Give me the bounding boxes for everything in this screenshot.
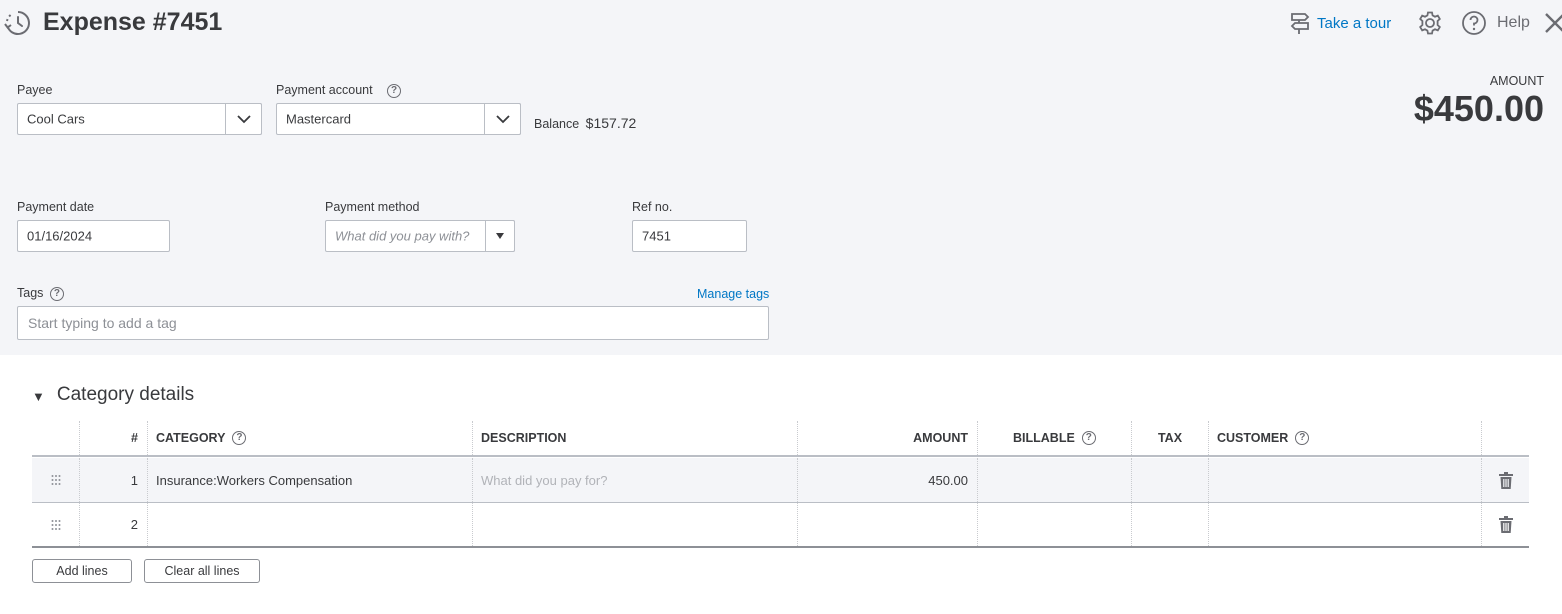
row-amount[interactable]: [798, 503, 978, 546]
row-category[interactable]: [148, 503, 473, 546]
amount-total: $450.00: [1413, 88, 1544, 129]
drag-handle-glyph: [51, 475, 60, 485]
tags-input[interactable]: Start typing to add a tag: [17, 306, 769, 340]
clear-all-lines-button[interactable]: Clear all lines: [144, 559, 260, 583]
category-details-title: Category details: [56, 384, 195, 405]
account-balance: Balance $157.72: [534, 115, 636, 131]
category-details-toggle[interactable]: ▼ Category details: [32, 384, 194, 406]
payee-select[interactable]: Cool Cars: [17, 103, 262, 135]
header-tax: TAX: [1132, 421, 1209, 455]
caret-down-icon: ▼: [32, 388, 45, 404]
help-circle-icon[interactable]: ?: [387, 83, 402, 98]
header-customer: CUSTOMER ?: [1209, 421, 1482, 455]
signpost-icon: [1290, 13, 1310, 34]
ref-no-label: Ref no.: [632, 200, 673, 214]
payment-account-label: Payment account ?: [276, 83, 402, 98]
payment-date-label: Payment date: [17, 200, 95, 214]
drag-handle-glyph: [51, 519, 60, 530]
row-tax[interactable]: [1132, 503, 1209, 546]
header-category-label: CATEGORY: [156, 431, 226, 445]
row-category[interactable]: Insurance:Workers Compensation: [148, 458, 473, 502]
row-billable[interactable]: [978, 458, 1132, 502]
ref-no-input[interactable]: 7451: [632, 220, 747, 252]
row-tax[interactable]: [1132, 458, 1209, 502]
help-circle-icon[interactable]: ?: [1081, 431, 1096, 445]
row-description[interactable]: [473, 503, 798, 546]
help-circle-icon: [1462, 11, 1486, 35]
help-button[interactable]: Help: [1461, 10, 1530, 36]
row-amount[interactable]: 450.00: [798, 458, 978, 502]
drag-handle-icon[interactable]: [32, 458, 80, 502]
row-customer[interactable]: [1209, 458, 1482, 502]
page-title: Expense #7451: [43, 8, 223, 36]
gear-icon[interactable]: [1417, 10, 1443, 36]
tags-label: Tags ?: [17, 286, 64, 301]
header-billable-label: BILLABLE: [1013, 431, 1075, 445]
payment-account-label-text: Payment account: [276, 83, 373, 97]
payment-method-select[interactable]: What did you pay with?: [325, 220, 515, 252]
payment-account-select[interactable]: Mastercard: [276, 103, 521, 135]
row-customer[interactable]: [1209, 503, 1482, 546]
caret-down-icon: [496, 233, 504, 239]
table-row[interactable]: 1 Insurance:Workers Compensation What di…: [32, 458, 1529, 503]
table-row[interactable]: 2: [32, 503, 1529, 548]
payment-date-input[interactable]: 01/16/2024: [17, 220, 170, 252]
amount-label: AMOUNT: [1489, 74, 1544, 88]
take-tour-link[interactable]: Take a tour: [1289, 11, 1391, 35]
close-icon[interactable]: [1544, 9, 1562, 37]
help-circle-icon[interactable]: ?: [232, 431, 247, 445]
payment-date-value: 01/16/2024: [27, 228, 93, 244]
ref-no-value: 7451: [642, 228, 671, 244]
payment-account-value: Mastercard: [286, 111, 352, 127]
tags-label-text: Tags: [17, 286, 44, 300]
payee-value: Cool Cars: [27, 111, 85, 127]
header-category: CATEGORY ?: [148, 421, 473, 455]
payee-dropdown-button[interactable]: [225, 103, 262, 135]
header-num: #: [80, 421, 148, 455]
payment-method-dropdown-button[interactable]: [485, 220, 515, 252]
payment-account-dropdown-button[interactable]: [484, 103, 521, 135]
help-circle-icon[interactable]: ?: [1295, 431, 1310, 445]
history-icon[interactable]: [4, 9, 32, 37]
take-tour-label: Take a tour: [1317, 14, 1392, 32]
header-delete: [1482, 421, 1529, 455]
chevron-down-icon: [495, 115, 510, 124]
table-header-row: # CATEGORY ? DESCRIPTION AMOUNT BILLABLE…: [32, 421, 1529, 457]
add-lines-button[interactable]: Add lines: [32, 559, 132, 583]
tags-placeholder: Start typing to add a tag: [28, 315, 177, 331]
row-number: 1: [80, 458, 148, 502]
row-billable[interactable]: [978, 503, 1132, 546]
help-circle-icon[interactable]: ?: [49, 286, 64, 301]
manage-tags-link[interactable]: Manage tags: [697, 287, 769, 301]
header-customer-label: CUSTOMER: [1217, 431, 1289, 445]
expense-form-panel: [0, 0, 1562, 355]
balance-value: $157.72: [585, 115, 637, 131]
chevron-down-icon: [236, 115, 251, 124]
trash-icon[interactable]: [1482, 458, 1529, 502]
header-description: DESCRIPTION: [473, 421, 798, 455]
trash-icon[interactable]: [1482, 503, 1529, 546]
payment-method-placeholder: What did you pay with?: [335, 228, 470, 244]
trash-glyph: [1498, 471, 1513, 489]
row-description[interactable]: What did you pay for?: [473, 458, 798, 502]
trash-glyph: [1498, 516, 1513, 533]
header-drag: [32, 421, 80, 455]
payment-method-label: Payment method: [325, 200, 420, 214]
payee-label: Payee: [17, 83, 53, 97]
balance-label: Balance: [534, 117, 580, 131]
row-number: 2: [80, 503, 148, 546]
header-amount: AMOUNT: [798, 421, 978, 455]
header-billable: BILLABLE ?: [978, 421, 1132, 455]
drag-handle-icon[interactable]: [32, 503, 80, 546]
help-label: Help: [1497, 14, 1530, 31]
